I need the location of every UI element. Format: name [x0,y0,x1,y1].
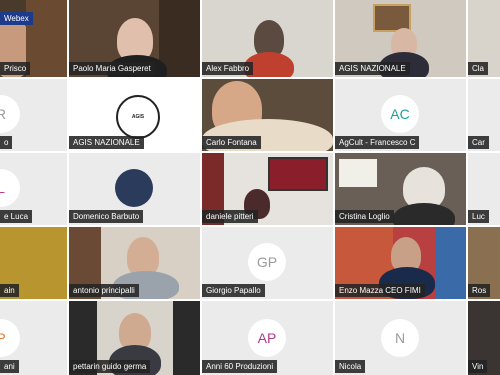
participant-name: Paolo Maria Gasperet [69,62,155,75]
participant-avatar: P [0,319,20,357]
participant-name: Ros [468,284,491,297]
webex-badge: Webex [0,12,33,25]
participant-name: Carlo Fontana [202,136,261,149]
participant-name: AGIS NAZIONALE [69,136,144,149]
participant-tile[interactable]: Alex Fabbro [202,0,333,77]
participant-tile[interactable]: AGIS AGIS NAZIONALE [69,79,200,151]
participant-tile[interactable]: ain [0,227,67,299]
participant-tile[interactable]: GP Giorgio Papallo [202,227,333,299]
participant-avatar: GP [248,243,286,281]
participant-avatar: R [0,95,20,133]
participant-tile[interactable]: Cristina Loglio [335,153,466,225]
participant-tile[interactable]: Car [468,79,500,151]
participant-name: Vin [468,360,488,373]
participant-name: Cla [468,62,489,75]
participant-tile[interactable]: Ros [468,227,500,299]
participant-tile[interactable]: L e Luca [0,153,67,225]
participant-tile[interactable]: pettarin guido germa [69,301,200,375]
lamp-light [339,159,377,187]
participant-tile[interactable]: AP Anni 60 Produzioni [202,301,333,375]
participant-tile[interactable]: Cla [468,0,500,77]
participant-tile[interactable]: R o [0,79,67,151]
participant-avatar: AP [248,319,286,357]
participant-tile[interactable]: Carlo Fontana [202,79,333,151]
participant-name: AgCult - Francesco C [335,136,420,149]
participant-tile[interactable]: Luc [468,153,500,225]
participant-name: o [0,136,13,149]
participant-tile[interactable]: P ani [0,301,67,375]
participant-tile[interactable]: Paolo Maria Gasperet [69,0,200,77]
wall-art [435,227,466,299]
agis-logo: AGIS [116,95,160,139]
participant-name: Luc [468,210,489,223]
participant-tile[interactable]: daniele pitteri [202,153,333,225]
participant-name: Alex Fabbro [202,62,254,75]
participant-avatar: L [0,169,20,207]
participant-name: ain [0,284,19,297]
participant-tile[interactable]: N Nicola [335,301,466,375]
participant-name: AGIS NAZIONALE [335,62,410,75]
participant-name: Cristina Loglio [335,210,394,223]
participant-name: Nicola [335,360,366,373]
participant-tile[interactable]: AGIS NAZIONALE [335,0,466,77]
participant-name: pettarin guido germa [69,360,151,373]
participant-avatar: AC [381,95,419,133]
participant-name: Anni 60 Produzioni [202,360,278,373]
participant-tile[interactable]: AC AgCult - Francesco C [335,79,466,151]
participant-name: ani [0,360,19,373]
participant-name: e Luca [0,210,33,223]
participant-tile[interactable]: Enzo Mazza CEO FIMI [335,227,466,299]
participant-name: Prisco [0,62,31,75]
participant-name: Domenico Barbuto [69,210,144,223]
participant-name: Giorgio Papallo [202,284,265,297]
participant-tile[interactable]: Webex Prisco [0,0,67,77]
participant-name: antonio principalli [69,284,139,297]
participant-name: daniele pitteri [202,210,258,223]
participant-tile[interactable]: Vin [468,301,500,375]
participant-photo [115,169,153,207]
wall-poster [268,157,328,191]
participant-avatar: N [381,319,419,357]
participant-name: Enzo Mazza CEO FIMI [335,284,425,297]
participant-grid: Webex Prisco Paolo Maria Gasperet Alex F… [0,0,500,375]
participant-name: Car [468,136,489,149]
participant-tile[interactable]: antonio principalli [69,227,200,299]
participant-tile[interactable]: Domenico Barbuto [69,153,200,225]
